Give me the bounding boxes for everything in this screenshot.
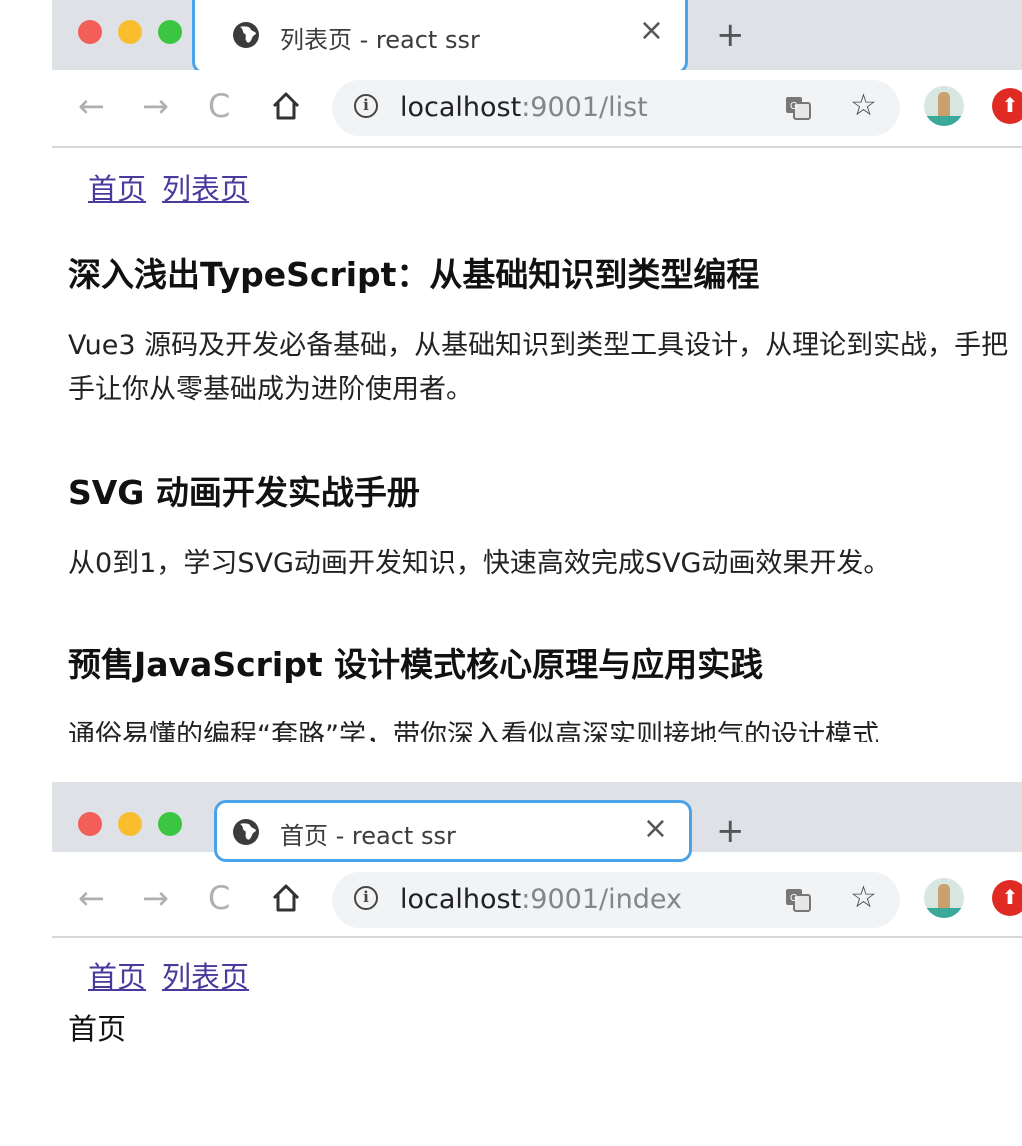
article-desc: 从0到1，学习SVG动画开发知识，快速高效完成SVG动画效果开发。	[68, 548, 891, 579]
tab-index[interactable]: 首页 - react ssr ×	[214, 800, 692, 862]
translate-icon[interactable]: G	[784, 94, 812, 126]
forward-button[interactable]: →	[142, 880, 169, 916]
page-nav: 首页 列表页	[88, 166, 265, 208]
close-window-button[interactable]	[78, 20, 102, 44]
forward-button[interactable]: →	[142, 88, 169, 124]
article-title: SVG 动画开发实战手册	[68, 473, 420, 512]
address-bar[interactable]: i localhost:9001/index G ☆	[332, 872, 900, 928]
bookmark-star-icon[interactable]: ☆	[850, 88, 877, 123]
tab-title: 列表页 - react ssr	[280, 26, 480, 54]
home-icon	[272, 884, 300, 912]
extension-icon[interactable]: ⬆	[992, 880, 1022, 916]
reload-button[interactable]: C	[208, 880, 230, 916]
profile-avatar[interactable]	[924, 878, 964, 918]
extension-icon[interactable]: ⬆	[992, 88, 1022, 124]
new-tab-button[interactable]: +	[716, 18, 745, 52]
article-title: 深入浅出TypeScript：从基础知识到类型编程	[68, 255, 760, 294]
info-icon[interactable]: i	[354, 94, 378, 118]
address-bar[interactable]: i localhost:9001/list G ☆	[332, 80, 900, 136]
close-tab-icon[interactable]: ×	[639, 16, 664, 46]
browser-toolbar: ← → C i localhost:9001/index G ☆ ⬆	[52, 862, 1022, 938]
article-desc: Vue3 源码及开发必备基础，从基础知识到类型工具设计，从理论到实战，手把手让你…	[68, 330, 1009, 405]
tab-list[interactable]: 列表页 - react ssr ×	[192, 0, 688, 74]
nav-link-home[interactable]: 首页	[88, 172, 146, 206]
window-controls	[78, 20, 182, 44]
tab-title: 首页 - react ssr	[280, 822, 456, 850]
page-text: 首页	[68, 1012, 127, 1046]
bookmark-star-icon[interactable]: ☆	[850, 880, 877, 915]
home-button[interactable]	[270, 90, 302, 129]
maximize-window-button[interactable]	[158, 20, 182, 44]
window-controls	[78, 812, 182, 836]
back-button[interactable]: ←	[78, 880, 105, 916]
globe-icon	[232, 21, 260, 53]
home-icon	[272, 92, 300, 120]
article-item: SVG 动画开发实战手册 从0到1，学习SVG动画开发知识，快速高效完成SVG动…	[68, 466, 1022, 586]
back-button[interactable]: ←	[78, 88, 105, 124]
page-nav: 首页 列表页	[88, 954, 265, 996]
maximize-window-button[interactable]	[158, 812, 182, 836]
minimize-window-button[interactable]	[118, 20, 142, 44]
new-tab-button[interactable]: +	[716, 814, 745, 848]
tab-strip: 首页 - react ssr × +	[52, 782, 1022, 862]
svg-text:G: G	[790, 101, 798, 112]
article-title: 预售JavaScript 设计模式核心原理与应用实践	[68, 645, 764, 684]
svg-text:G: G	[790, 893, 798, 904]
nav-link-list[interactable]: 列表页	[162, 172, 249, 206]
browser-window-index: 首页 - react ssr × + ← → C i localhost:900…	[52, 782, 1022, 1112]
nav-link-list[interactable]: 列表页	[162, 960, 249, 994]
url-text[interactable]: localhost:9001/index	[400, 884, 682, 915]
translate-icon[interactable]: G	[784, 886, 812, 918]
info-icon[interactable]: i	[354, 886, 378, 910]
tab-strip: 列表页 - react ssr × +	[52, 0, 1022, 74]
close-window-button[interactable]	[78, 812, 102, 836]
article-item: 预售JavaScript 设计模式核心原理与应用实践 通俗易懂的编程“套路”学，…	[68, 638, 1022, 742]
article-item: 深入浅出TypeScript：从基础知识到类型编程 Vue3 源码及开发必备基础…	[68, 248, 1022, 412]
close-tab-icon[interactable]: ×	[643, 814, 668, 844]
article-desc: 通俗易懂的编程“套路”学，带你深入看似高深实则接地气的设计模式	[68, 720, 879, 742]
home-button[interactable]	[270, 882, 302, 921]
nav-link-home[interactable]: 首页	[88, 960, 146, 994]
browser-window-list: 列表页 - react ssr × + ← → C i localhost:90…	[52, 0, 1022, 742]
browser-toolbar: ← → C i localhost:9001/list G ☆ ⬆	[52, 70, 1022, 148]
profile-avatar[interactable]	[924, 86, 964, 126]
minimize-window-button[interactable]	[118, 812, 142, 836]
reload-button[interactable]: C	[208, 88, 230, 124]
url-text[interactable]: localhost:9001/list	[400, 92, 648, 123]
globe-icon	[232, 818, 260, 850]
